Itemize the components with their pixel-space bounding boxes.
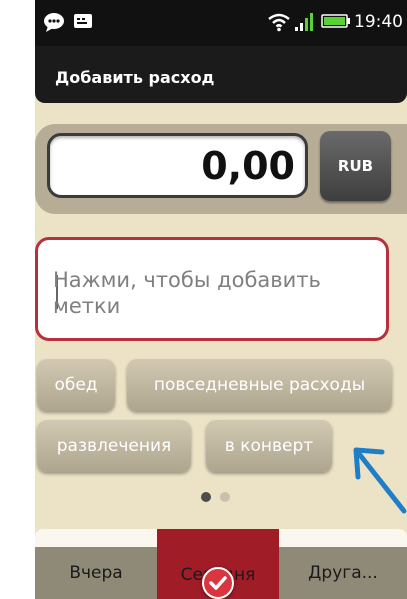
signal-strength-icon xyxy=(295,13,313,31)
keyboard-icon xyxy=(74,14,92,28)
checkmark-icon xyxy=(209,576,227,590)
page-title: Добавить расход xyxy=(55,68,215,87)
tag-chip-lunch[interactable]: обед xyxy=(37,359,115,411)
battery-icon xyxy=(321,14,350,28)
tag-chip-entertainment[interactable]: развлечения xyxy=(37,420,191,472)
tag-chip-daily-expenses[interactable]: повседневные расходы xyxy=(127,359,392,411)
tab-yesterday[interactable]: Вчера xyxy=(35,547,157,599)
tags-input[interactable]: Нажми, чтобы добавить метки xyxy=(35,237,389,341)
page-indicator-dot-active xyxy=(201,492,211,502)
tags-placeholder: Нажми, чтобы добавить метки xyxy=(53,268,321,318)
clock: 19:40 xyxy=(354,12,403,32)
currency-button[interactable]: RUB xyxy=(320,131,391,201)
tab-other-date[interactable]: Друга... xyxy=(279,547,407,599)
annotation-arrow-icon xyxy=(353,447,407,514)
app-header: Добавить расход xyxy=(35,46,407,103)
amount-value: 0,00 xyxy=(201,144,295,188)
tag-chip-envelope[interactable]: в конверт xyxy=(206,420,332,472)
amount-field[interactable]: 0,00 xyxy=(47,133,308,198)
status-bar: 19:40 xyxy=(35,0,407,46)
wifi-icon xyxy=(268,13,290,32)
chat-notification-icon xyxy=(44,13,64,32)
page-indicator-dot xyxy=(220,492,230,502)
confirm-check-button[interactable] xyxy=(202,567,234,599)
amount-panel: 0,00 RUB xyxy=(35,124,407,214)
